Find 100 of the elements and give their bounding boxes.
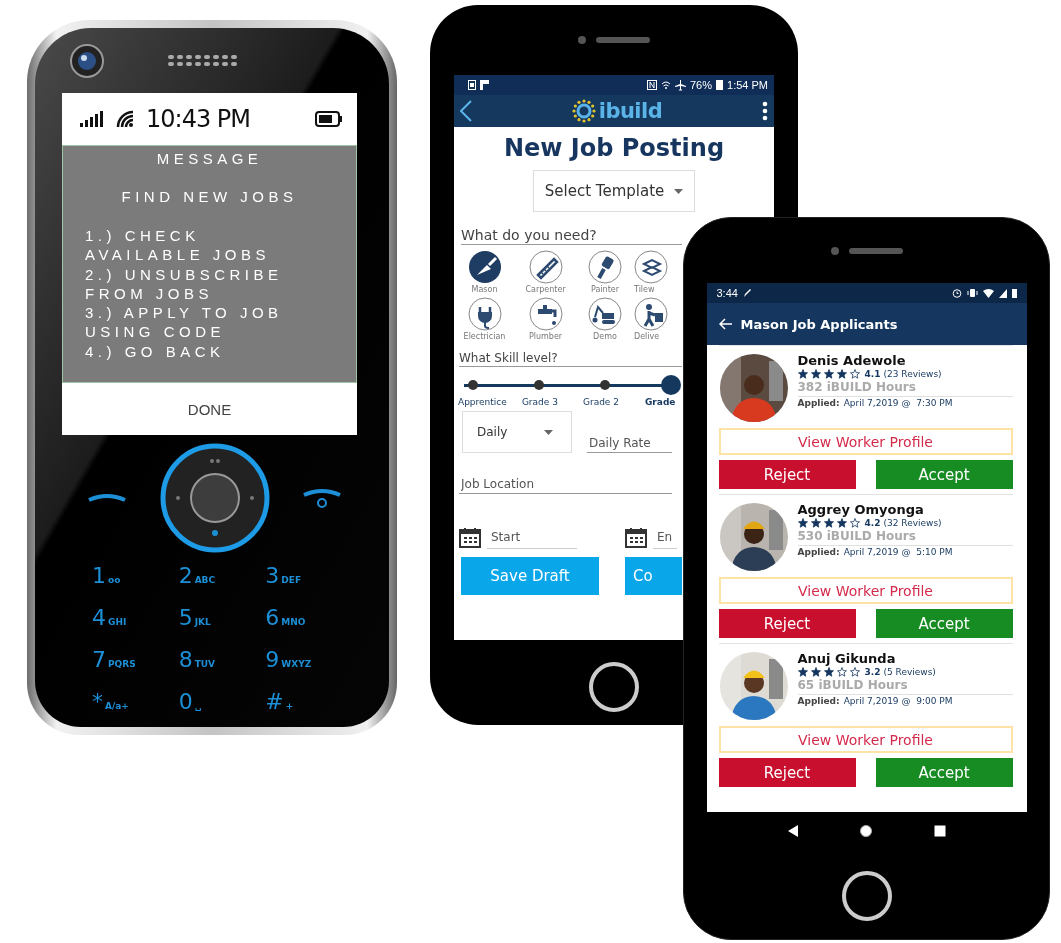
slider-stop[interactable] [534,380,544,390]
trade-option[interactable]: Plumber [515,297,576,341]
star-icon [823,518,834,528]
back-button[interactable] [786,824,801,838]
reject-button[interactable]: Reject [718,758,856,787]
trade-option[interactable]: Tilew [634,250,682,294]
home-button[interactable] [859,824,874,838]
view-profile-button[interactable]: View Worker Profile [718,726,1013,753]
start-date-field[interactable]: Start [487,526,577,549]
section-label: What Skill level? [459,351,682,367]
camera-icon [830,246,839,255]
star-icon [797,518,808,528]
end-date-field[interactable]: En [653,526,677,549]
menu-option[interactable]: 2.) UNSUBSCRIBE FROM JOBS [85,264,305,304]
trade-option[interactable]: Mason [454,250,515,294]
keypad-key[interactable]: #+ [265,689,294,719]
location-field[interactable]: Job Location [459,477,672,494]
status-time: 10:43 PM [146,105,250,133]
level-label: Grade [645,397,677,407]
camera-icon [578,36,586,44]
caret-icon [674,188,684,194]
menu-icon [762,101,768,121]
wifi-icon [661,80,671,90]
slider-stop[interactable] [468,380,478,390]
applied-label: Applied: [797,696,840,706]
trade-option[interactable]: Painter [576,250,634,294]
rating-value: 3.2 [864,667,881,677]
star-icon [823,369,834,379]
skill-slider[interactable] [462,373,682,397]
speaker-grille [168,55,240,66]
back-icon [786,824,801,838]
view-profile-button[interactable]: View Worker Profile [718,428,1013,455]
star-icon [810,518,821,528]
chevron-left-icon [460,100,472,122]
call-key-icon [87,491,127,504]
keypad-key[interactable]: 8 TUV [178,647,216,677]
applied-date: April 7,2019 @ 5:10 PM [843,547,953,557]
keypad-key[interactable]: 2 ABC [178,563,216,593]
star-icon [836,369,847,379]
menu-option[interactable]: 1.) CHECK AVAILABLE JOBS [85,226,305,265]
hours-text: 530 iBUILD Hours [797,529,1013,546]
keypad-key[interactable]: *A/a+ [92,689,129,719]
rate-period-dropdown[interactable]: Daily [462,411,572,453]
action-button[interactable]: Co [625,557,682,595]
square-icon [932,824,947,838]
accept-button[interactable]: Accept [875,460,1013,489]
battery-icon [1011,288,1017,298]
applied-label: Applied: [797,398,840,408]
rating-value: 4.1 [864,369,881,379]
template-dropdown[interactable]: Select Template [533,170,695,212]
trade-option[interactable]: Delive [634,297,682,341]
hours-text: 382 iBUILD Hours [797,380,1013,397]
slider-stop[interactable] [661,375,681,395]
wifi-icon [982,288,994,298]
keypad-key[interactable]: 1 oo [92,563,121,593]
sun-icon [571,99,596,123]
trade-option[interactable]: Carpenter [515,250,576,294]
keypad-key[interactable]: 3 DEF [265,563,302,593]
signal-icon [998,288,1007,298]
app-logo: ibuild [598,99,663,123]
keypad-key[interactable]: 9 WXYZ [265,647,312,677]
slider-stop[interactable] [600,380,610,390]
square-button[interactable] [932,824,947,838]
keypad-key[interactable]: 0␣ [178,689,202,719]
save-draft-button[interactable]: Save Draft [461,557,599,595]
done-button[interactable]: DONE [62,383,357,435]
speaker-icon [848,247,903,254]
star-icon [849,667,860,677]
view-profile-button[interactable]: View Worker Profile [718,577,1013,604]
keypad-key[interactable]: 4 GHI [92,605,127,635]
status-time: 1:54 PM [727,79,768,91]
section-label: What do you need? [461,227,682,245]
review-count: (32 Reviews) [883,518,942,528]
level-label: Grade 2 [582,397,620,407]
keypad-key[interactable]: 5 JKL [178,605,211,635]
menu-option[interactable]: 4.) GO BACK [85,341,305,362]
status-time: 3:44 [716,287,738,299]
reject-button[interactable]: Reject [718,609,856,638]
reject-button[interactable]: Reject [718,460,856,489]
end-key-icon [302,486,342,509]
home-icon [859,824,874,838]
star-icon [797,369,808,379]
pencil-icon [742,288,752,298]
star-icon [810,369,821,379]
menu-button[interactable] [762,101,768,121]
applied-label: Applied: [797,547,840,557]
menu-option[interactable]: 3.) APPLY TO JOB USING CODE [85,303,305,342]
vibrate-icon [966,288,978,298]
worker-name: Aggrey Omyonga [797,502,925,517]
keypad-key[interactable]: 7 PQRS [92,647,136,677]
menu-heading: FIND NEW JOBS [120,188,299,206]
accept-button[interactable]: Accept [875,609,1013,638]
hours-text: 65 iBUILD Hours [797,678,1013,695]
accept-button[interactable]: Accept [875,758,1013,787]
keypad-key[interactable]: 6 MNO [265,605,306,635]
rate-field[interactable]: Daily Rate [587,436,672,453]
trade-option[interactable]: Electrician [454,297,515,341]
trade-option[interactable]: Demo [576,297,634,341]
caret-icon [544,429,553,435]
review-count: (23 Reviews) [883,369,942,379]
